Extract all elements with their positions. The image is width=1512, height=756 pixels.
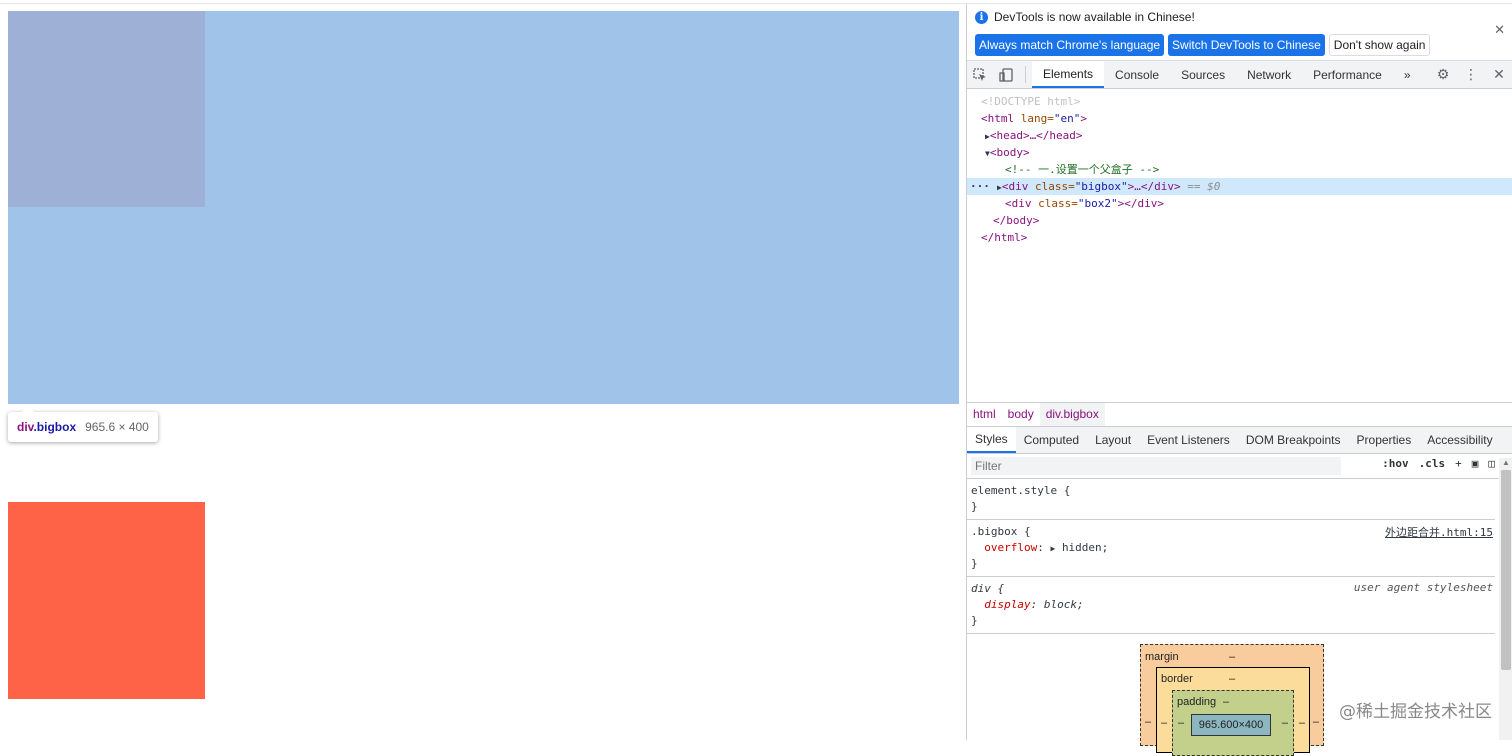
- padding-right-value[interactable]: –: [1282, 717, 1288, 729]
- rule-div-ua[interactable]: user agent stylesheet div { display: blo…: [967, 577, 1495, 634]
- margin-label: margin: [1145, 651, 1179, 663]
- rule-element-style[interactable]: element.style { }: [967, 479, 1495, 520]
- tab-event-listeners[interactable]: Event Listeners: [1139, 427, 1238, 453]
- add-rule-icon[interactable]: +: [1455, 457, 1462, 470]
- toolbar-separator: [1025, 66, 1026, 83]
- infobar-message: DevTools is now available in Chinese!: [994, 10, 1195, 24]
- breadcrumb-html[interactable]: html: [967, 403, 1002, 426]
- border-left-value[interactable]: –: [1161, 717, 1167, 729]
- styles-filter-bar: :hov .cls + ▣ ◫: [967, 454, 1512, 479]
- scroll-up-icon[interactable]: ▲: [1502, 458, 1510, 467]
- breadcrumb: html body div.bigbox: [967, 402, 1512, 427]
- paint-icon[interactable]: ▣: [1472, 457, 1479, 470]
- tooltip-element-name: div.bigbox: [17, 420, 77, 434]
- box2[interactable]: [8, 502, 205, 699]
- tab-accessibility[interactable]: Accessibility: [1419, 427, 1500, 453]
- dom-node-body-close[interactable]: </body>: [967, 212, 1512, 229]
- devtools-panel: i DevTools is now available in Chinese! …: [966, 4, 1512, 756]
- styles-pane: element.style { } 外边距合并.html:15 .bigbox …: [967, 479, 1512, 634]
- breadcrumb-body[interactable]: body: [1002, 403, 1040, 426]
- element-tooltip: div.bigbox 965.6 × 400: [8, 406, 158, 442]
- switch-chinese-button[interactable]: Switch DevTools to Chinese: [1168, 34, 1325, 56]
- border-label: border: [1161, 673, 1193, 685]
- close-devtools-icon[interactable]: ✕: [1485, 66, 1512, 83]
- sidebar-toggle-icon[interactable]: ◫: [1488, 457, 1495, 470]
- watermark: @稀土掘金技术社区: [1339, 702, 1492, 722]
- tab-performance[interactable]: Performance: [1302, 61, 1393, 88]
- tab-network[interactable]: Network: [1236, 61, 1302, 88]
- dom-node-html[interactable]: <html lang="en">: [967, 110, 1512, 127]
- match-language-button[interactable]: Always match Chrome's language: [975, 34, 1165, 56]
- devtools-tabbar: Elements Console Sources Network Perform…: [967, 61, 1512, 89]
- margin-left-value[interactable]: –: [1145, 716, 1151, 728]
- tab-layout[interactable]: Layout: [1087, 427, 1139, 453]
- info-icon: i: [975, 10, 988, 24]
- gear-icon[interactable]: ⚙: [1429, 66, 1457, 83]
- hov-toggle[interactable]: :hov: [1382, 457, 1409, 470]
- elements-tree: <!DOCTYPE html> <html lang="en"> ▶<head>…: [967, 89, 1512, 402]
- kebab-menu-icon[interactable]: ⋮: [1457, 66, 1485, 83]
- more-tabs-icon[interactable]: »: [1393, 61, 1422, 88]
- dom-node-box2[interactable]: <div class="box2"></div>: [967, 195, 1512, 212]
- styles-scrollbar[interactable]: ▲: [1499, 458, 1512, 740]
- dom-node-body[interactable]: ▼<body>: [967, 144, 1512, 161]
- dom-node-bigbox[interactable]: ··· ▶<div class="bigbox">…</div> == $0: [967, 178, 1512, 195]
- dont-show-again-button[interactable]: Don't show again: [1328, 34, 1431, 56]
- breadcrumb-div-bigbox[interactable]: div.bigbox: [1039, 403, 1105, 426]
- dom-node-comment[interactable]: <!-- 一.设置一个父盒子 -->: [967, 161, 1512, 178]
- tab-computed[interactable]: Computed: [1016, 427, 1087, 453]
- close-icon[interactable]: ✕: [1494, 22, 1505, 38]
- border-top-value[interactable]: –: [1229, 673, 1235, 685]
- box-model-content[interactable]: 965.600×400: [1191, 714, 1271, 736]
- box-model-border: border – – – padding – – – 965.600×400: [1156, 667, 1310, 756]
- tooltip-size: 965.6 × 400: [85, 420, 149, 434]
- dom-node-head[interactable]: ▶<head>…</head>: [967, 127, 1512, 144]
- box-model-margin: margin – – – border – – – padding – – – …: [1140, 644, 1324, 756]
- padding-top-value[interactable]: –: [1223, 696, 1229, 708]
- bigbox[interactable]: [8, 11, 959, 404]
- filter-input[interactable]: [971, 457, 1341, 475]
- language-infobar: i DevTools is now available in Chinese! …: [967, 4, 1512, 61]
- more-dots-icon[interactable]: ···: [970, 178, 990, 195]
- tab-sources[interactable]: Sources: [1170, 61, 1236, 88]
- rule-source-ua: user agent stylesheet: [1353, 581, 1493, 594]
- tab-properties[interactable]: Properties: [1349, 427, 1420, 453]
- dom-node-doctype[interactable]: <!DOCTYPE html>: [967, 93, 1512, 110]
- inspect-element-icon[interactable]: [967, 61, 993, 88]
- device-toolbar-icon[interactable]: [993, 61, 1019, 88]
- rule-source-link[interactable]: 外边距合并.html:15: [1385, 524, 1493, 540]
- margin-top-value[interactable]: –: [1229, 651, 1235, 663]
- scroll-thumb[interactable]: [1501, 470, 1511, 670]
- rule-bigbox[interactable]: 外边距合并.html:15 .bigbox { overflow: ▶ hidd…: [967, 520, 1495, 577]
- tab-elements[interactable]: Elements: [1032, 61, 1105, 88]
- border-right-value[interactable]: –: [1299, 717, 1305, 729]
- padding-left-value[interactable]: –: [1178, 717, 1184, 729]
- padding-label: padding: [1177, 696, 1217, 708]
- tab-dom-breakpoints[interactable]: DOM Breakpoints: [1238, 427, 1349, 453]
- cls-toggle[interactable]: .cls: [1419, 457, 1446, 470]
- tab-styles[interactable]: Styles: [967, 427, 1016, 453]
- box-model-padding: padding – – – 965.600×400: [1172, 690, 1294, 756]
- inner-box: [8, 11, 205, 207]
- styles-subtabs: Styles Computed Layout Event Listeners D…: [967, 427, 1512, 454]
- tab-console[interactable]: Console: [1104, 61, 1170, 88]
- margin-right-value[interactable]: –: [1313, 716, 1319, 728]
- dom-node-html-close[interactable]: </html>: [967, 229, 1512, 246]
